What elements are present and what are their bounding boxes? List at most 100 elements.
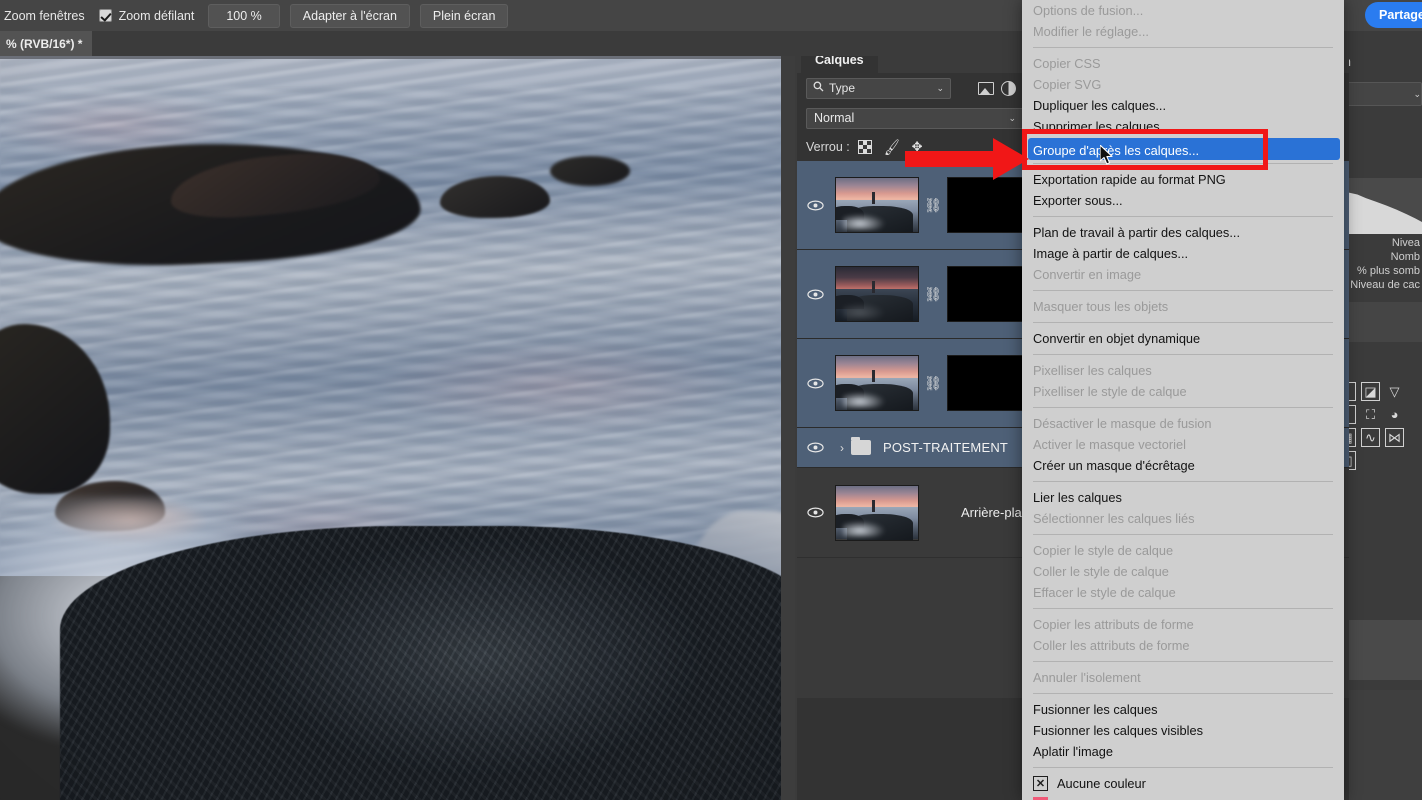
- layer-name: Arrière-plan: [961, 505, 1029, 520]
- layer-filter-type-select[interactable]: Type ⌄: [806, 77, 951, 99]
- menu-separator: [1033, 693, 1333, 694]
- menu-separator: [1033, 47, 1333, 48]
- menu-item-options-de-fusion: Options de fusion...: [1033, 3, 1144, 18]
- menu-separator: [1033, 216, 1333, 217]
- scroll-zoom-label: Zoom défilant: [118, 8, 195, 23]
- image-filter-icon[interactable]: [977, 80, 994, 97]
- menu-item-coller-les-attributs-de-forme: Coller les attributs de forme: [1033, 638, 1190, 653]
- image-canvas[interactable]: [0, 56, 781, 800]
- mouse-cursor-icon: [1100, 145, 1113, 165]
- canvas-vertical-scrollbar[interactable]: [784, 56, 795, 800]
- menu-separator: [1033, 481, 1333, 482]
- document-tab[interactable]: % (RVB/16*) *: [0, 31, 93, 56]
- menu-highlight-label: Groupe d'après les calques...: [1033, 142, 1200, 158]
- mask-link-icon[interactable]: ⛓: [919, 197, 947, 214]
- menu-item-masquer-tous-les-objets: Masquer tous les objets: [1033, 299, 1169, 314]
- mask-link-icon[interactable]: ⛓: [919, 375, 947, 392]
- menu-item-coller-le-style-de-calque: Coller le style de calque: [1033, 564, 1169, 579]
- scroll-zoom-checkbox[interactable]: Zoom défilant: [98, 8, 195, 23]
- layer-visibility-toggle[interactable]: [797, 378, 833, 389]
- menu-item-modifier-le-reglage: Modifier le réglage...: [1033, 24, 1149, 39]
- color-balance-icon[interactable]: ◕: [1385, 405, 1404, 424]
- menu-item-aplatir-limage[interactable]: Aplatir l'image: [1022, 741, 1344, 762]
- panel-empty-slot: [1337, 302, 1422, 342]
- lock-transparency-icon[interactable]: [857, 140, 872, 154]
- menu-item-selectionner-les-calques-lies: Sélectionner les calques liés: [1033, 511, 1195, 526]
- menu-item-exporter-sous[interactable]: Exporter sous...: [1022, 190, 1344, 211]
- menu-item-convertir-en-objet-dynamique[interactable]: Convertir en objet dynamique: [1022, 328, 1344, 349]
- layer-visibility-toggle[interactable]: [797, 200, 833, 211]
- curve-adjust-icon[interactable]: ∿: [1361, 428, 1380, 447]
- layer-visibility-toggle[interactable]: [797, 442, 833, 453]
- menu-item-fusionner-les-calques-visibles[interactable]: Fusionner les calques visibles: [1022, 720, 1344, 741]
- adjustments-toolbar[interactable]: ⌇ ◪ ▽ ⛶ ◕ ▦ ∿ ⋈ ◧: [1337, 378, 1422, 470]
- menu-item-annuler-lisolement: Annuler l'isolement: [1033, 670, 1141, 685]
- menu-item-plan-de-travail[interactable]: Plan de travail à partir des calques...: [1022, 222, 1344, 243]
- menu-item-supprimer-les-calques[interactable]: Supprimer les calques: [1022, 116, 1344, 137]
- menu-item-image-a-partir-de-calques[interactable]: Image à partir de calques...: [1022, 243, 1344, 264]
- triangle-down-icon[interactable]: ▽: [1385, 382, 1404, 401]
- blend-mode-value: Normal: [814, 111, 855, 125]
- properties-dropdown[interactable]: ⌄: [1337, 82, 1422, 106]
- menu-item-copier-les-attributs-de-forme: Copier les attributs de forme: [1033, 617, 1194, 632]
- mask-link-icon[interactable]: ⛓: [919, 286, 947, 303]
- lock-image-icon[interactable]: 🖌: [882, 137, 902, 156]
- checkbox-icon[interactable]: [98, 9, 112, 22]
- canvas-vignette: [0, 56, 781, 800]
- red-arrow-annotation: [905, 138, 1029, 180]
- zoom-value-button[interactable]: 100 %: [208, 3, 280, 28]
- camera-icon[interactable]: ⛶: [1361, 405, 1380, 424]
- canvas-top-edge: [0, 56, 781, 59]
- lock-label: Verrou :: [806, 140, 850, 154]
- menu-separator: [1033, 163, 1333, 164]
- menu-item-creer-un-masque-decretage[interactable]: Créer un masque d'écrêtage: [1022, 455, 1344, 476]
- layer-visibility-toggle[interactable]: [797, 289, 833, 300]
- layer-filter-value: Type: [829, 81, 856, 95]
- menu-separator: [1033, 407, 1333, 408]
- menu-separator: [1033, 290, 1333, 291]
- menu-item-copier-svg: Copier SVG: [1033, 77, 1102, 92]
- menu-item-lier-les-calques[interactable]: Lier les calques: [1022, 487, 1344, 508]
- histogram-panel: [1337, 178, 1422, 234]
- seascape-photo: [0, 56, 781, 800]
- chevron-down-icon[interactable]: ⌄: [1008, 113, 1016, 124]
- menu-item-copier-le-style-de-calque: Copier le style de calque: [1033, 543, 1174, 558]
- layer-thumbnail[interactable]: [835, 484, 919, 541]
- folder-icon: [851, 437, 871, 455]
- blend-mode-select[interactable]: Normal ⌄: [806, 107, 1024, 129]
- menu-item-effacer-le-style-de-calque: Effacer le style de calque: [1033, 585, 1176, 600]
- gradient-map-icon[interactable]: ⋈: [1385, 428, 1404, 447]
- menu-item-color-red[interactable]: [1022, 794, 1344, 800]
- app-window: Zoom fenêtres Zoom défilant 100 % Adapte…: [0, 0, 1422, 800]
- adjustment-filter-icon[interactable]: [1000, 80, 1017, 97]
- fit-screen-button[interactable]: Adapter à l'écran: [289, 3, 410, 28]
- search-icon: [813, 81, 824, 95]
- menu-separator: [1033, 608, 1333, 609]
- layer-group-name: POST-TRAITEMENT: [883, 440, 1009, 455]
- menu-separator: [1033, 534, 1333, 535]
- menu-item-aucune-couleur-label: Aucune couleur: [1057, 776, 1146, 791]
- menu-item-desactiver-le-masque-de-fusion: Désactiver le masque de fusion: [1033, 416, 1212, 431]
- layer-thumbnail[interactable]: [835, 355, 919, 411]
- menu-separator: [1033, 322, 1333, 323]
- layer-thumbnail[interactable]: [835, 266, 919, 322]
- no-color-icon: ✕: [1033, 776, 1048, 791]
- layer-context-menu[interactable]: Options de fusion... Modifier le réglage…: [1022, 0, 1344, 800]
- menu-item-pixelliser-les-calques: Pixelliser les calques: [1033, 363, 1152, 378]
- chevron-down-icon[interactable]: ⌄: [936, 83, 944, 94]
- menu-item-dupliquer-les-calques[interactable]: Dupliquer les calques...: [1022, 95, 1344, 116]
- menu-item-exportation-rapide-png[interactable]: Exportation rapide au format PNG: [1022, 169, 1344, 190]
- menu-separator: [1033, 354, 1333, 355]
- menu-item-convertir-en-image: Convertir en image: [1033, 267, 1142, 282]
- layer-visibility-toggle[interactable]: [797, 507, 833, 518]
- share-button-wrap[interactable]: Partager: [1365, 2, 1422, 28]
- menu-item-aucune-couleur[interactable]: ✕ Aucune couleur: [1022, 773, 1344, 794]
- share-button[interactable]: Partager: [1365, 2, 1422, 28]
- layer-filter-icons: [977, 80, 1017, 97]
- menu-item-fusionner-les-calques[interactable]: Fusionner les calques: [1022, 699, 1344, 720]
- chevron-right-icon[interactable]: ›: [833, 441, 851, 455]
- histogram-curve: [1337, 192, 1422, 234]
- zoom-windows-label: Zoom fenêtres: [4, 8, 85, 23]
- fullscreen-button[interactable]: Plein écran: [419, 3, 509, 28]
- levels-icon[interactable]: ◪: [1361, 382, 1380, 401]
